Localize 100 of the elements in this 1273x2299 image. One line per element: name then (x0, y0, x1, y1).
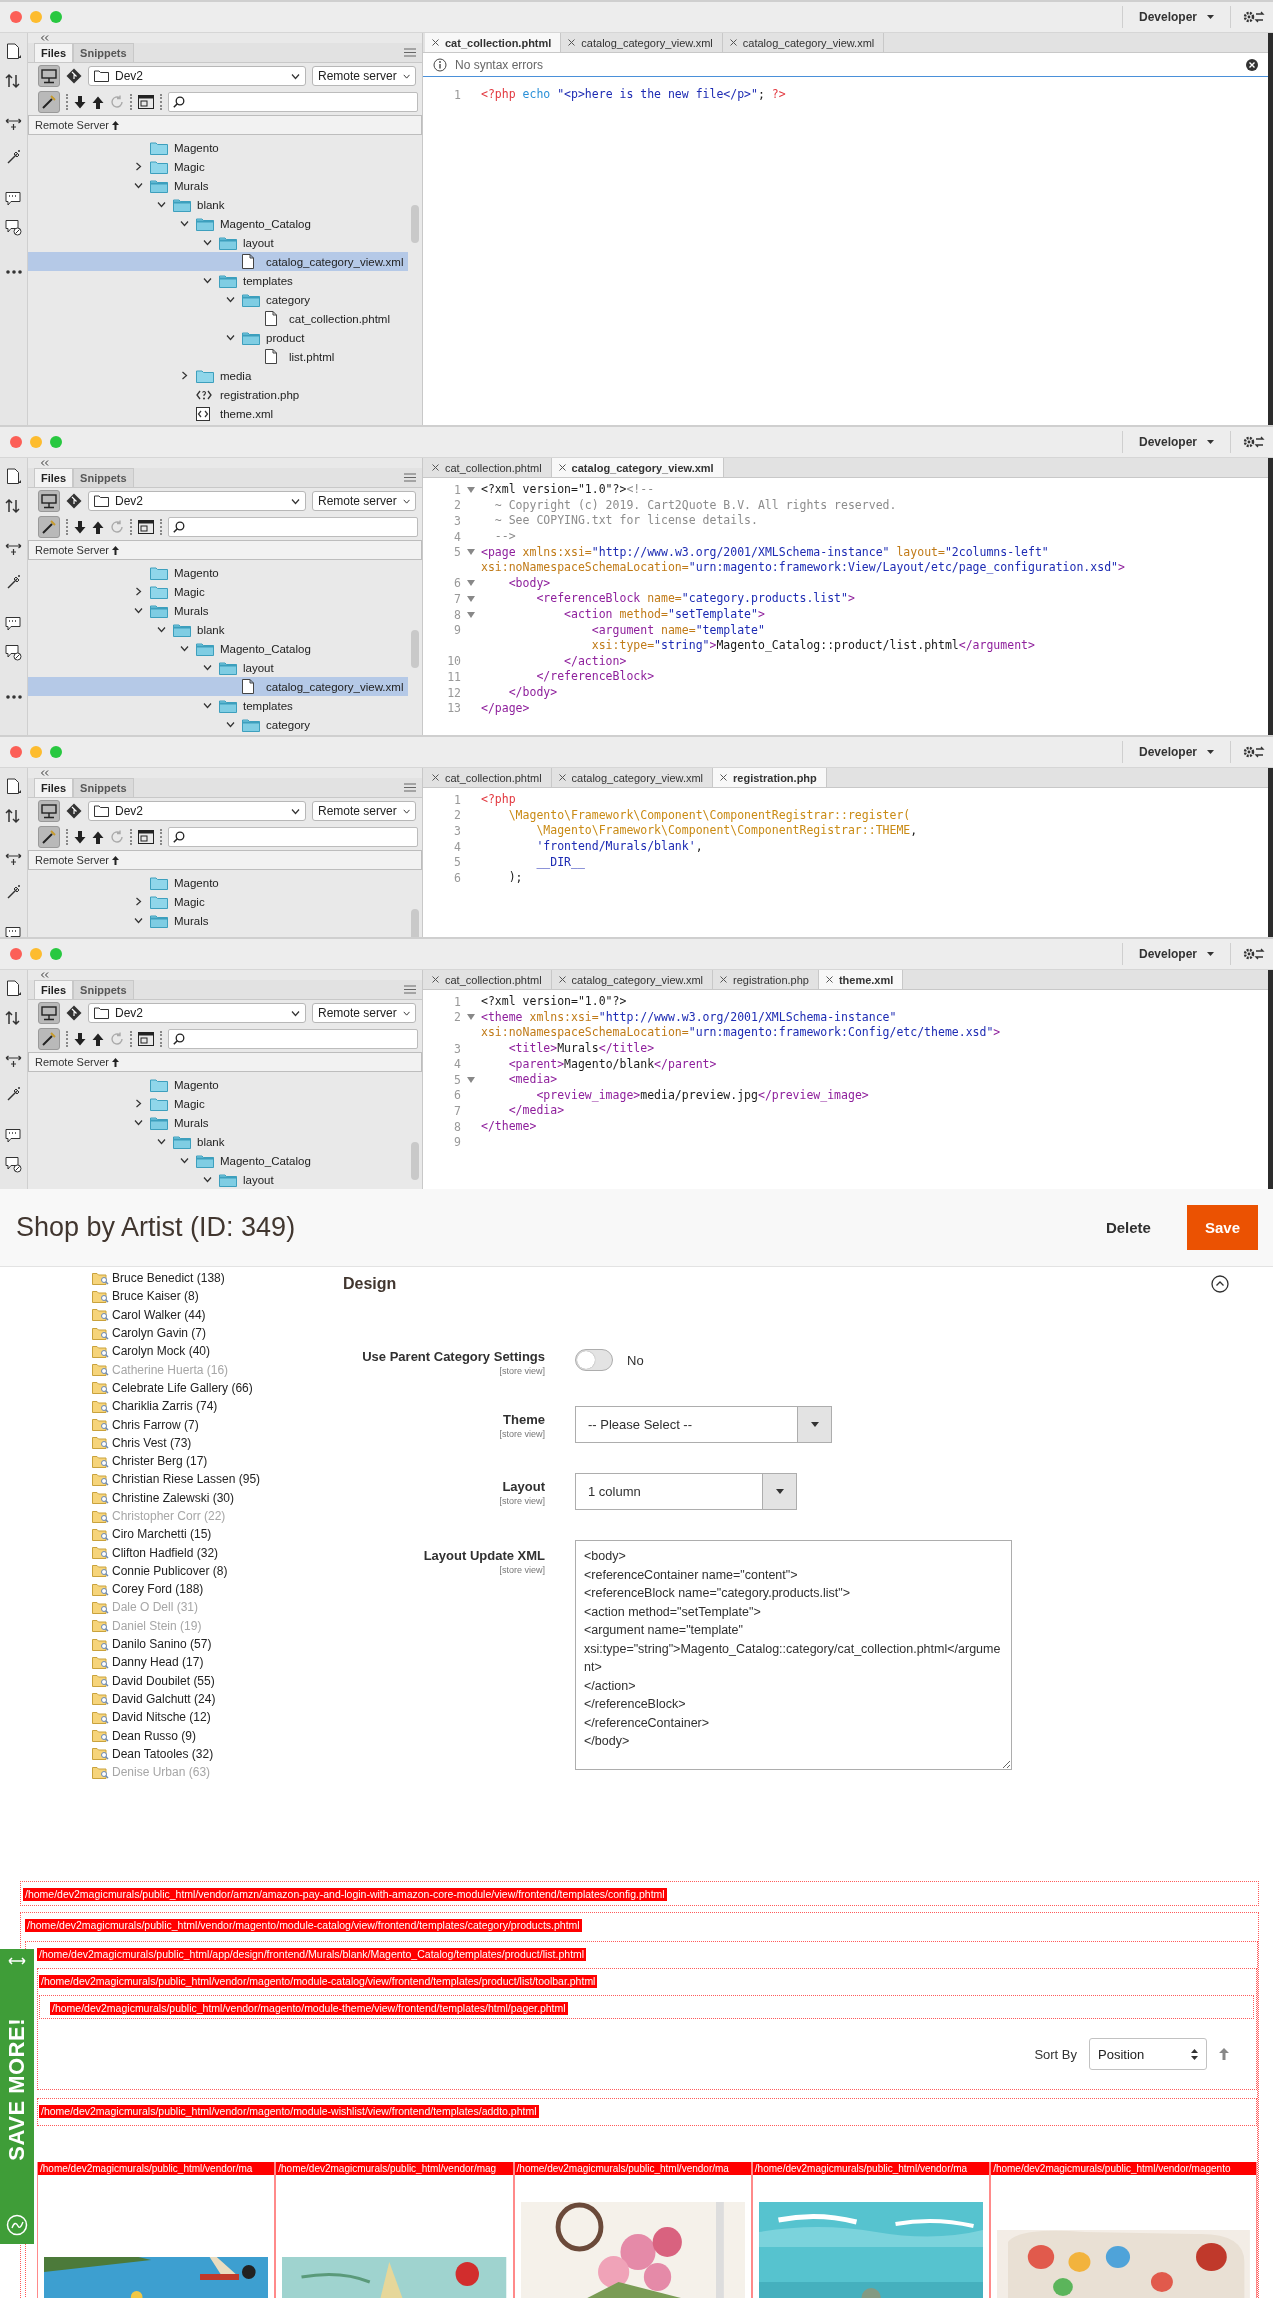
scrollbar-thumb[interactable] (411, 630, 419, 668)
chevron-down-icon[interactable] (157, 1137, 166, 1146)
wand-button[interactable] (38, 91, 60, 113)
close-icon[interactable] (558, 976, 566, 983)
close-icon[interactable] (558, 774, 566, 781)
category-tree-item[interactable]: David Doubilet (55) (92, 1671, 330, 1690)
chevron-down-icon[interactable] (180, 219, 189, 228)
tree-item[interactable]: Magic (28, 582, 408, 601)
category-tree-item[interactable]: Chris Farrow (7) (92, 1415, 330, 1434)
chevron-down-icon[interactable] (157, 200, 166, 209)
close-icon[interactable] (432, 39, 439, 46)
download-icon[interactable] (74, 520, 86, 534)
tree-item[interactable]: Murals (28, 176, 408, 195)
fold-icon[interactable] (467, 486, 475, 493)
expand-icon[interactable] (5, 542, 22, 556)
fold-icon[interactable] (467, 549, 475, 556)
panel-tab[interactable]: Files (34, 980, 74, 999)
tree-item[interactable]: templates (28, 696, 408, 715)
category-tree-item[interactable]: Christer Berg (17) (92, 1451, 330, 1471)
close-icon[interactable] (720, 976, 728, 983)
workspace-dropdown[interactable]: Developer (1134, 8, 1218, 26)
close-icon[interactable] (432, 774, 439, 781)
file-tab[interactable]: registration.php (713, 768, 827, 787)
fold-icon[interactable] (467, 1076, 475, 1083)
search-field[interactable] (168, 827, 418, 847)
comment-icon[interactable] (5, 616, 22, 632)
scrollbar-thumb[interactable] (411, 909, 419, 937)
menu-icon[interactable] (404, 48, 416, 57)
close-icon[interactable] (729, 39, 737, 46)
tree-item[interactable]: product (28, 328, 408, 347)
sort-up-icon[interactable] (112, 545, 119, 555)
server-view-button[interactable] (38, 800, 60, 822)
layout-icon[interactable] (138, 1032, 154, 1046)
chevron-down-icon[interactable] (203, 276, 212, 285)
tree-item[interactable]: Magento (28, 138, 408, 157)
tree-item[interactable]: blank (28, 1132, 408, 1151)
chevron-right-icon[interactable] (134, 897, 143, 906)
workspace-dropdown[interactable]: Developer (1134, 945, 1218, 963)
toggle-switch[interactable] (575, 1349, 613, 1371)
git-icon[interactable] (66, 803, 82, 819)
scrollbar-thumb[interactable] (411, 1142, 419, 1180)
server-dropdown[interactable]: Remote server (312, 491, 416, 511)
tree-item[interactable]: Murals (28, 911, 408, 930)
menu-icon[interactable] (404, 473, 416, 482)
chevron-right-icon[interactable] (134, 587, 143, 596)
tree-item[interactable]: Magento (28, 873, 408, 892)
sort-arrows-icon[interactable] (5, 1010, 22, 1026)
select-field[interactable]: -- Please Select -- (575, 1406, 832, 1443)
server-dropdown[interactable]: Remote server (312, 801, 416, 821)
sort-up-icon[interactable] (112, 1057, 119, 1067)
category-tree-item[interactable]: Dean Russo (9) (92, 1726, 330, 1745)
chevron-down-icon[interactable] (291, 496, 300, 506)
tree-item[interactable]: theme.xml (28, 404, 408, 423)
tree-item[interactable]: layout (28, 1170, 408, 1189)
sort-arrows-icon[interactable] (5, 808, 22, 824)
category-tree-item[interactable]: Celebrate Life Gallery (66) (92, 1378, 330, 1398)
server-view-button[interactable] (38, 1002, 60, 1024)
comment-icon[interactable] (5, 191, 22, 207)
panel-tab[interactable]: Snippets (73, 43, 134, 62)
category-tree-item[interactable]: David Galchutt (24) (92, 1689, 330, 1709)
category-tree-item[interactable]: David Nitsche (12) (92, 1708, 330, 1727)
sort-up-icon[interactable] (112, 120, 119, 130)
sort-arrows-icon[interactable] (5, 73, 22, 89)
sort-up-icon[interactable] (112, 855, 119, 865)
settings-icon[interactable] (1243, 435, 1265, 449)
new-file-icon[interactable] (5, 778, 22, 795)
delete-button[interactable]: Delete (1091, 1211, 1165, 1244)
tree-item[interactable]: category (28, 290, 408, 309)
category-tree-item[interactable]: Corey Ford (188) (92, 1580, 330, 1599)
git-icon[interactable] (66, 1005, 82, 1021)
expand-icon[interactable] (5, 852, 22, 866)
close-button[interactable] (10, 948, 22, 960)
tree-item[interactable]: Magento (28, 1075, 408, 1094)
chevron-down-icon[interactable] (291, 806, 300, 816)
chevron-down-icon[interactable] (203, 663, 212, 672)
chevron-down-icon[interactable] (203, 1175, 212, 1184)
chevron-down-icon[interactable] (291, 71, 300, 81)
tree-item[interactable]: cat_collection.phtml (28, 309, 408, 328)
tree-item[interactable]: layout (28, 658, 408, 677)
panel-tab[interactable]: Files (34, 468, 74, 487)
site-dropdown[interactable]: Dev2 (88, 491, 306, 511)
site-dropdown[interactable]: Dev2 (88, 66, 306, 86)
category-tree-item[interactable]: Chariklia Zarris (74) (92, 1397, 330, 1416)
tree-item[interactable]: Magento (28, 563, 408, 582)
more-icon[interactable] (5, 695, 22, 699)
menu-icon[interactable] (404, 783, 416, 792)
category-tree-item[interactable]: Christine Zalewski (30) (92, 1488, 330, 1507)
category-tree-item[interactable]: Bruce Benedict (138) (92, 1269, 330, 1288)
tree-item[interactable]: Murals (28, 601, 408, 620)
upload-icon[interactable] (92, 95, 104, 109)
chevron-down-icon[interactable] (134, 1118, 143, 1127)
search-field[interactable] (168, 1029, 418, 1049)
chevron-down-icon[interactable] (203, 238, 212, 247)
upload-icon[interactable] (92, 520, 104, 534)
expand-icon[interactable] (5, 1054, 22, 1068)
close-icon[interactable] (1246, 58, 1258, 71)
close-icon[interactable] (432, 976, 439, 983)
fold-icon[interactable] (467, 611, 475, 618)
download-icon[interactable] (74, 95, 86, 109)
chevron-down-icon[interactable] (226, 333, 235, 342)
